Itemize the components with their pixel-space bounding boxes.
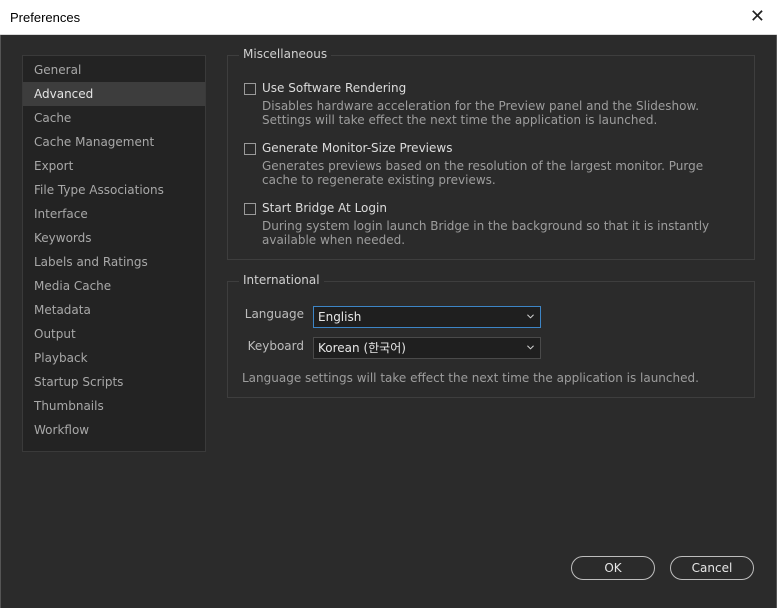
language-value: English — [318, 310, 362, 324]
close-icon[interactable]: ✕ — [750, 6, 765, 27]
sidebar-item-startup-scripts[interactable]: Startup Scripts — [23, 370, 205, 394]
international-title: International — [239, 273, 324, 287]
preferences-sidebar: General Advanced Cache Cache Management … — [22, 55, 206, 452]
sidebar-item-general[interactable]: General — [23, 58, 205, 82]
sidebar-item-advanced[interactable]: Advanced — [23, 82, 205, 106]
sidebar-item-cache[interactable]: Cache — [23, 106, 205, 130]
ok-button[interactable]: OK — [571, 556, 655, 580]
keyboard-label: Keyboard — [247, 339, 304, 353]
sidebar-item-interface[interactable]: Interface — [23, 202, 205, 226]
title-bar: Preferences ✕ — [0, 0, 777, 35]
international-group: International Language English Keyboard … — [227, 273, 755, 398]
sidebar-item-playback[interactable]: Playback — [23, 346, 205, 370]
sidebar-item-export[interactable]: Export — [23, 154, 205, 178]
cancel-button[interactable]: Cancel — [670, 556, 754, 580]
start-bridge-at-login-checkbox[interactable] — [244, 203, 256, 215]
sidebar-item-cache-management[interactable]: Cache Management — [23, 130, 205, 154]
language-note: Language settings will take effect the n… — [242, 371, 699, 385]
sidebar-item-workflow[interactable]: Workflow — [23, 418, 205, 442]
chevron-down-icon — [527, 345, 534, 350]
sidebar-item-output[interactable]: Output — [23, 322, 205, 346]
sidebar-item-keywords[interactable]: Keywords — [23, 226, 205, 250]
language-select[interactable]: English — [313, 306, 541, 328]
miscellaneous-title: Miscellaneous — [239, 47, 332, 61]
language-label: Language — [244, 307, 304, 321]
start-bridge-at-login-label[interactable]: Start Bridge At Login — [262, 201, 387, 215]
start-bridge-at-login-description: During system login launch Bridge in the… — [262, 219, 710, 247]
keyboard-value: Korean (한국어) — [318, 341, 406, 355]
window-title: Preferences — [10, 10, 81, 25]
sidebar-item-labels-and-ratings[interactable]: Labels and Ratings — [23, 250, 205, 274]
keyboard-select[interactable]: Korean (한국어) — [313, 337, 541, 359]
monitor-size-previews-description: Generates previews based on the resoluti… — [262, 159, 704, 187]
software-rendering-description: Disables hardware acceleration for the P… — [262, 99, 700, 127]
software-rendering-checkbox[interactable] — [244, 83, 256, 95]
chevron-down-icon — [527, 314, 534, 319]
software-rendering-label[interactable]: Use Software Rendering — [262, 81, 406, 95]
sidebar-item-metadata[interactable]: Metadata — [23, 298, 205, 322]
sidebar-item-media-cache[interactable]: Media Cache — [23, 274, 205, 298]
monitor-size-previews-label[interactable]: Generate Monitor-Size Previews — [262, 141, 452, 155]
sidebar-item-file-type-associations[interactable]: File Type Associations — [23, 178, 205, 202]
monitor-size-previews-checkbox[interactable] — [244, 143, 256, 155]
sidebar-list: General Advanced Cache Cache Management … — [23, 56, 205, 442]
miscellaneous-group: Miscellaneous Use Software Rendering Dis… — [227, 47, 755, 260]
sidebar-item-thumbnails[interactable]: Thumbnails — [23, 394, 205, 418]
